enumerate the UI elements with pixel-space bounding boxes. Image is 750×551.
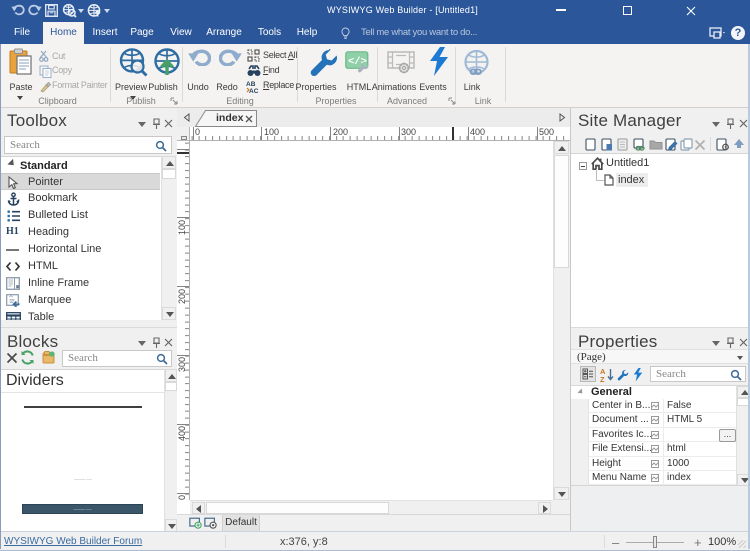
svg-text:400: 400 (177, 426, 187, 441)
svg-text:100: 100 (177, 220, 187, 235)
svg-text:Z: Z (600, 375, 605, 382)
svg-text:200: 200 (177, 289, 187, 304)
svg-text:AB: AB (246, 81, 256, 88)
svg-text:AC: AC (249, 88, 259, 94)
svg-text:300: 300 (177, 357, 187, 372)
